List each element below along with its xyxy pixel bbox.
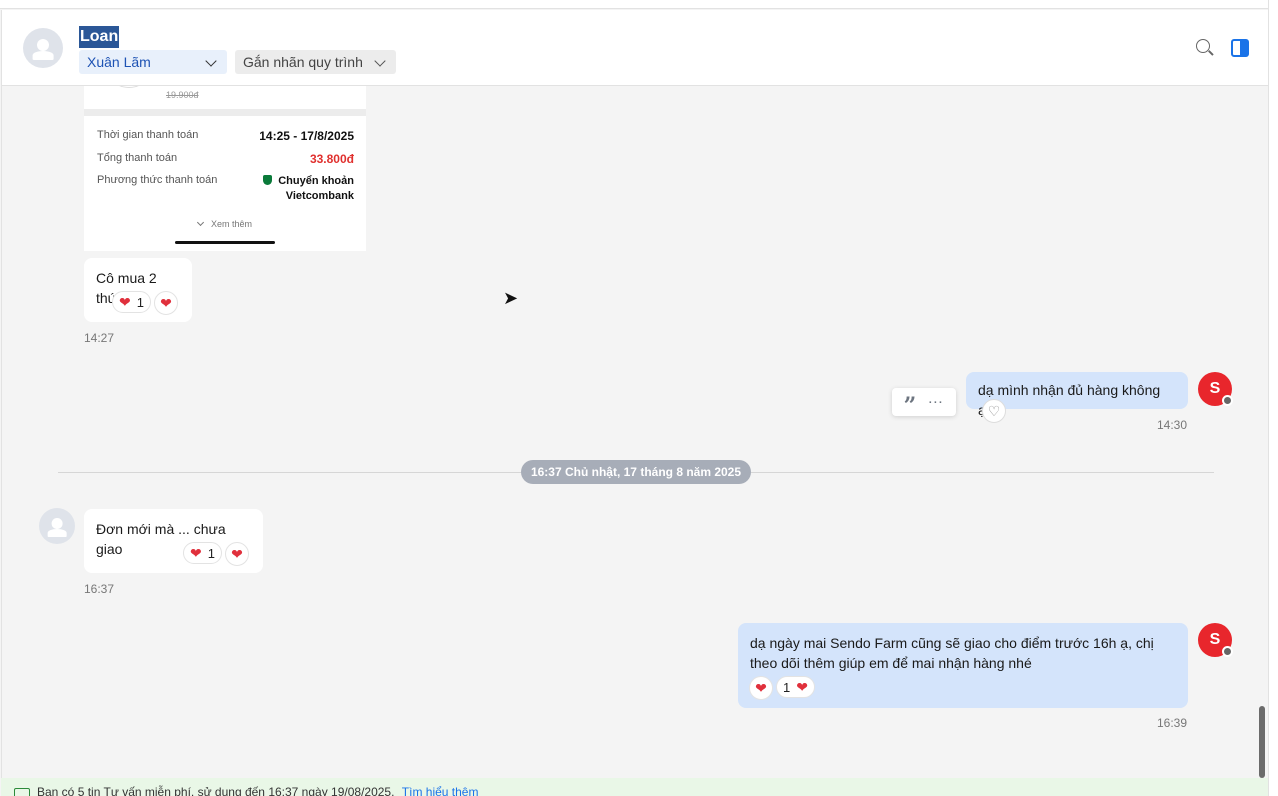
message-time: 14:27	[84, 331, 115, 345]
receipt-row: Thời gian thanh toán 14:25 - 17/8/2025	[97, 129, 354, 143]
receipt-value: 14:25 - 17/8/2025	[259, 129, 354, 143]
receipt-value: Chuyển khoản Vietcombank	[263, 174, 354, 204]
see-more: Xem thêm	[84, 219, 366, 229]
contact-avatar[interactable]	[39, 508, 75, 544]
receipt-label: Phương thức thanh toán	[97, 174, 218, 186]
product-thumb	[112, 86, 146, 88]
date-divider: 16:37 Chủ nhật, 17 tháng 8 năm 2025	[521, 460, 751, 484]
chevron-down-icon	[205, 55, 217, 67]
receipt-label: Tổng thanh toán	[97, 152, 178, 164]
message-time: 16:39	[1157, 716, 1188, 730]
scrollbar[interactable]	[1259, 706, 1265, 778]
react-button[interactable]: ♡	[982, 399, 1006, 423]
old-price: 19.900đ	[166, 90, 199, 100]
tag-dropdown[interactable]: Gắn nhãn quy trình	[235, 50, 396, 74]
react-button[interactable]: ❤	[749, 676, 773, 700]
receipt-total: 33.800đ	[309, 152, 354, 166]
reaction-count: 1	[136, 294, 144, 310]
heart-icon: ❤	[231, 546, 243, 562]
chevron-down-icon	[374, 55, 386, 67]
contact-name[interactable]: Loan	[79, 26, 120, 48]
reaction-count-pill[interactable]: ❤ 1	[183, 542, 222, 564]
reaction-count: 1	[783, 679, 791, 695]
search-icon[interactable]	[1196, 39, 1210, 53]
payment-method: Chuyển khoản	[278, 175, 354, 187]
assignee-dropdown[interactable]: Xuân Lãm	[79, 50, 227, 74]
status-badge	[1222, 646, 1233, 657]
reaction-count-pill[interactable]: 1 ❤	[776, 676, 815, 698]
react-button[interactable]: ❤	[224, 542, 249, 566]
message-toolbar: ” …	[892, 388, 956, 417]
reaction-count-pill[interactable]: ❤ 1	[112, 291, 151, 313]
tag-label: Gắn nhãn quy trình	[243, 54, 363, 70]
divider	[84, 109, 366, 116]
heart-icon: ❤	[755, 680, 767, 696]
learn-more-link[interactable]: Tìm hiểu thêm	[402, 785, 479, 796]
message-time: 16:37	[84, 582, 115, 596]
heart-icon: ❤	[119, 294, 131, 310]
sendo-logo-icon: S	[1209, 380, 1221, 397]
receipt-label: Thời gian thanh toán	[97, 129, 199, 141]
status-badge	[1222, 395, 1233, 406]
heart-icon: ❤	[796, 679, 808, 695]
reactions: ❤ 1 ❤	[183, 542, 249, 566]
heart-icon: ❤	[160, 295, 172, 311]
chat-icon	[14, 788, 30, 796]
react-button[interactable]: ❤	[153, 291, 178, 315]
message-text: theo dõi thêm giúp em để mai nhận hàng n…	[750, 655, 1032, 671]
chat-messages[interactable]: 19.900đ Thời gian thanh toán 14:25 - 17/…	[1, 86, 1268, 778]
more-icon[interactable]: …	[927, 391, 944, 407]
reactions: ❤ 1 ❤	[749, 676, 815, 700]
brand-avatar: S	[1198, 372, 1233, 406]
bank-name: Vietcombank	[285, 190, 354, 202]
notice-text: Bạn có 5 tin Tư vấn miễn phí, sử dụng đế…	[37, 785, 395, 796]
heart-outline-icon: ♡	[987, 403, 1001, 419]
reactions: ❤ 1 ❤	[112, 291, 178, 315]
receipt-row: Phương thức thanh toán Chuyển khoản Viet…	[97, 174, 354, 202]
contact-avatar[interactable]	[23, 28, 63, 68]
reaction-count: 1	[207, 545, 215, 561]
shield-icon	[263, 175, 273, 185]
assignee-label: Xuân Lãm	[87, 54, 151, 70]
home-indicator	[175, 241, 275, 244]
chat-header: Loan Xuân Lãm Gắn nhãn quy trình	[1, 10, 1268, 86]
receipt-image[interactable]: 19.900đ Thời gian thanh toán 14:25 - 17/…	[84, 86, 366, 251]
right-edge	[1268, 0, 1278, 796]
message-text: dạ ngày mai Sendo Farm cũng sẽ giao cho …	[750, 635, 1154, 651]
sendo-logo-icon: S	[1209, 631, 1221, 648]
side-panel-toggle-icon[interactable]	[1231, 39, 1249, 57]
free-consult-notice: Bạn có 5 tin Tư vấn miễn phí, sử dụng đế…	[1, 778, 1268, 796]
brand-avatar: S	[1198, 623, 1233, 657]
message-time: 14:30	[1157, 418, 1188, 432]
receipt-row: Tổng thanh toán 33.800đ	[97, 152, 354, 166]
quote-icon[interactable]: ”	[904, 395, 917, 417]
heart-icon: ❤	[190, 545, 202, 561]
top-strip	[0, 0, 1278, 9]
mouse-cursor-icon: ➤	[503, 288, 519, 308]
